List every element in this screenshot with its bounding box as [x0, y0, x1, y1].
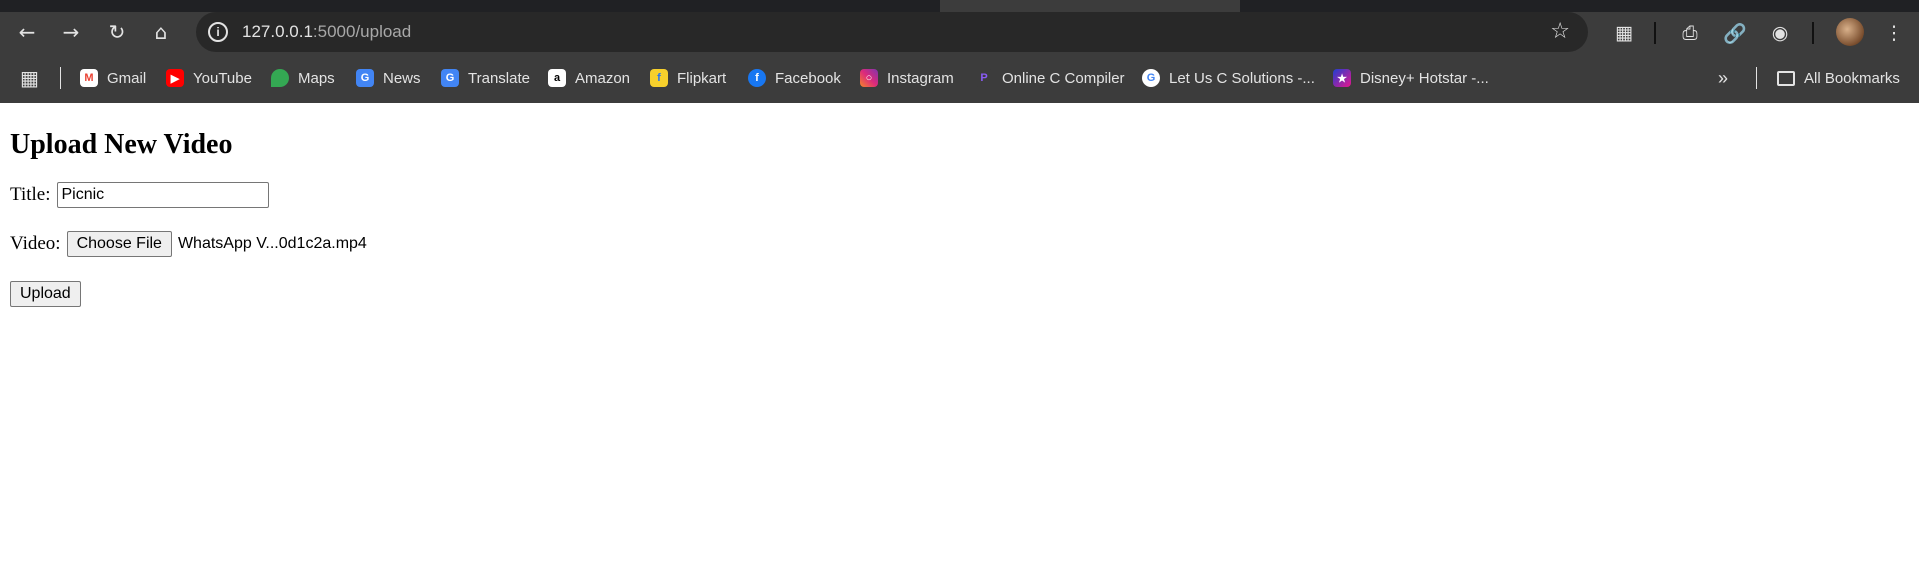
url-path: :5000/upload: [312, 22, 412, 41]
bookmark-label: Gmail: [107, 69, 147, 87]
flipkart-icon: f: [650, 69, 668, 87]
toolbar-divider: [1654, 22, 1656, 44]
browser-chrome: ← → ↻ ⌂ i 127.0.0.1:5000/upload ☆ ▦ ⎙ 🔗 …: [0, 0, 1919, 103]
bookmark-star-icon[interactable]: ☆: [1550, 19, 1570, 44]
facebook-icon: f: [748, 69, 766, 87]
forward-icon[interactable]: →: [52, 12, 90, 52]
menu-kebab-icon[interactable]: ⋮: [1878, 18, 1910, 48]
tab-strip: [0, 0, 1919, 12]
apps-grid-icon[interactable]: ▦: [20, 66, 39, 90]
bookmarks-overflow-icon[interactable]: »: [1718, 66, 1728, 90]
folder-icon: [1777, 70, 1795, 86]
bookmarks-bar: ▦ M Gmail ▶ YouTube Maps G News G Transl…: [0, 54, 1919, 103]
incognito-icon[interactable]: ◉: [1764, 18, 1796, 48]
bookmark-facebook[interactable]: f Facebook: [748, 66, 841, 90]
page-title: Upload New Video: [10, 129, 233, 160]
bookmark-label: Maps: [298, 69, 335, 87]
youtube-icon: ▶: [166, 69, 184, 87]
bookmark-label: Translate: [468, 69, 530, 87]
bookmark-amazon[interactable]: a Amazon: [548, 66, 630, 90]
gmail-icon: M: [80, 69, 98, 87]
instagram-icon: ○: [860, 69, 878, 87]
bookmark-youtube[interactable]: ▶ YouTube: [166, 66, 252, 90]
bookmark-label: Amazon: [575, 69, 631, 87]
hotstar-icon: ★: [1333, 69, 1351, 87]
bookmarks-divider: [1756, 67, 1757, 89]
bookmark-label: Disney+ Hotstar -...: [1360, 69, 1489, 87]
all-bookmarks[interactable]: All Bookmarks: [1777, 66, 1900, 90]
bookmark-flipkart[interactable]: f Flipkart: [650, 66, 726, 90]
bookmark-disney-hotstar[interactable]: ★ Disney+ Hotstar -...: [1333, 66, 1489, 90]
bookmark-let-us-c[interactable]: G Let Us C Solutions -...: [1142, 66, 1315, 90]
submit-row: Upload: [10, 281, 1910, 307]
bookmark-maps[interactable]: Maps: [271, 66, 335, 90]
google-icon: G: [1142, 69, 1160, 87]
news-icon: G: [356, 69, 374, 87]
bookmark-instagram[interactable]: ○ Instagram: [860, 66, 954, 90]
bookmark-online-c-compiler[interactable]: P Online C Compiler: [975, 66, 1125, 90]
bookmark-label: Instagram: [887, 69, 954, 87]
site-info-icon[interactable]: i: [208, 22, 228, 42]
reload-icon[interactable]: ↻: [98, 12, 136, 52]
link-icon[interactable]: 🔗: [1719, 18, 1751, 48]
upload-button[interactable]: Upload: [10, 281, 81, 307]
video-row: Video: Choose File WhatsApp V...0d1c2a.m…: [10, 231, 1910, 257]
profile-avatar[interactable]: [1836, 18, 1864, 46]
title-row: Title:: [10, 182, 1910, 208]
extensions-icon[interactable]: ▦: [1608, 18, 1640, 48]
toolbar-divider: [1812, 22, 1814, 44]
bookmarks-divider: [60, 67, 61, 89]
url-host: 127.0.0.1: [242, 22, 313, 41]
bookmark-label: Let Us C Solutions -...: [1169, 69, 1315, 87]
all-bookmarks-label: All Bookmarks: [1804, 69, 1900, 87]
title-label: Title:: [10, 184, 51, 205]
translate-icon: G: [441, 69, 459, 87]
bookmark-label: Facebook: [775, 69, 841, 87]
bookmark-news[interactable]: G News: [356, 66, 421, 90]
programiz-icon: P: [975, 69, 993, 87]
title-input[interactable]: [56, 182, 269, 208]
chosen-file-name: WhatsApp V...0d1c2a.mp4: [177, 235, 367, 252]
tab-strip-edge: [940, 0, 1240, 12]
maps-icon: [271, 69, 289, 87]
back-icon[interactable]: ←: [8, 12, 46, 52]
bookmark-label: Flipkart: [677, 69, 727, 87]
bookmark-label: News: [383, 69, 421, 87]
address-url[interactable]: 127.0.0.1:5000/upload: [242, 22, 411, 42]
browser-toolbar: ← → ↻ ⌂ i 127.0.0.1:5000/upload ☆ ▦ ⎙ 🔗 …: [0, 12, 1919, 54]
video-label: Video:: [10, 233, 61, 254]
bookmark-gmail[interactable]: M Gmail: [80, 66, 146, 90]
print-icon[interactable]: ⎙: [1674, 18, 1706, 48]
home-icon[interactable]: ⌂: [142, 12, 180, 52]
bookmark-translate[interactable]: G Translate: [441, 66, 530, 90]
amazon-icon: a: [548, 69, 566, 87]
page-content: Upload New Video Title: Video: Choose Fi…: [10, 103, 1910, 307]
address-bar[interactable]: i 127.0.0.1:5000/upload ☆: [196, 12, 1588, 52]
choose-file-button[interactable]: Choose File: [66, 231, 172, 257]
upload-form: Title: Video: Choose File WhatsApp V...0…: [10, 182, 1910, 307]
bookmark-label: Online C Compiler: [1002, 69, 1125, 87]
bookmark-label: YouTube: [193, 69, 252, 87]
